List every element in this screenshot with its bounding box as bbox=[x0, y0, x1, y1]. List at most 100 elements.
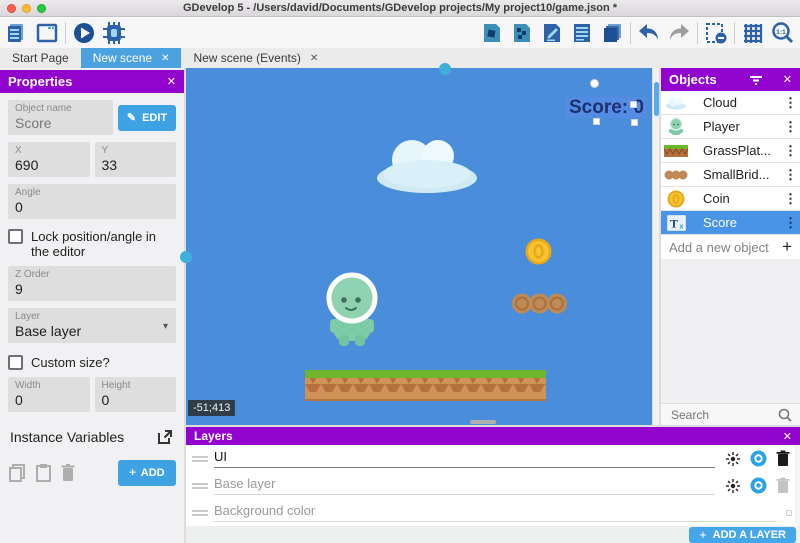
drag-handle-icon[interactable] bbox=[192, 508, 208, 518]
object-name-label: Object name bbox=[15, 103, 106, 115]
resize-handle-bottom[interactable] bbox=[593, 118, 600, 125]
copy-icon[interactable] bbox=[8, 463, 26, 483]
canvas-vertical-scrollbar[interactable] bbox=[652, 68, 659, 425]
object-menu-icon[interactable]: ⋮ bbox=[780, 215, 800, 231]
window-mask-icon[interactable] bbox=[703, 20, 729, 46]
object-item-smallbridge[interactable]: SmallBrid... ⋮ bbox=[661, 163, 800, 187]
chevron-down-icon: ▾ bbox=[163, 321, 168, 332]
lock-position-checkbox[interactable] bbox=[8, 229, 23, 244]
object-item-grassplatform[interactable]: GrassPlat... ⋮ bbox=[661, 139, 800, 163]
object-name-field[interactable]: Object name Score bbox=[8, 100, 113, 135]
x-position-field[interactable]: X 690 bbox=[8, 142, 90, 177]
properties-panel: Properties ✕ Object name Score ✎ EDIT X … bbox=[0, 68, 186, 543]
object-menu-icon[interactable]: ⋮ bbox=[780, 143, 800, 159]
object-menu-icon[interactable]: ⋮ bbox=[780, 191, 800, 207]
object-item-cloud[interactable]: Cloud ⋮ bbox=[661, 91, 800, 115]
layers-scrollbar[interactable] bbox=[795, 445, 800, 525]
layer-select[interactable]: Layer Base layer ▾ bbox=[8, 308, 176, 343]
tab-start-page[interactable]: Start Page bbox=[0, 48, 81, 68]
project-manager-icon[interactable] bbox=[4, 20, 30, 46]
object-item-score[interactable]: Tx Score ⋮ bbox=[661, 211, 800, 235]
width-field[interactable]: Width 0 bbox=[8, 377, 90, 412]
scrollbar-thumb[interactable] bbox=[470, 420, 496, 424]
filter-icon[interactable] bbox=[749, 74, 763, 86]
cursor-coordinates-badge: -51;413 bbox=[188, 400, 235, 416]
layer-effects-icon[interactable] bbox=[725, 478, 741, 494]
resize-handle-right[interactable] bbox=[630, 101, 637, 108]
background-color-picker[interactable] bbox=[786, 510, 792, 516]
open-in-new-icon[interactable] bbox=[156, 428, 174, 446]
layer-visibility-icon[interactable] bbox=[750, 477, 767, 494]
paste-icon[interactable] bbox=[34, 463, 52, 483]
close-properties-icon[interactable]: ✕ bbox=[167, 75, 176, 88]
layer-name-input[interactable]: Base layer bbox=[214, 476, 715, 495]
preview-window-icon[interactable] bbox=[34, 20, 60, 46]
objects-panel-empty-area bbox=[661, 259, 800, 403]
y-position-value: 33 bbox=[102, 157, 170, 173]
delete-icon[interactable] bbox=[60, 463, 76, 483]
objects-editor-icon[interactable] bbox=[479, 20, 505, 46]
smallbridge-instance[interactable] bbox=[512, 293, 567, 314]
scrollbar-thumb[interactable] bbox=[654, 82, 659, 116]
custom-size-checkbox[interactable] bbox=[8, 355, 23, 370]
properties-header: Properties ✕ bbox=[0, 70, 184, 93]
add-variable-button[interactable]: + ADD bbox=[118, 460, 176, 486]
tab-label: Start Page bbox=[12, 51, 69, 65]
object-menu-icon[interactable]: ⋮ bbox=[780, 167, 800, 183]
drag-handle-icon[interactable] bbox=[192, 454, 208, 464]
drag-handle-icon[interactable] bbox=[192, 481, 208, 491]
scene-properties-icon[interactable] bbox=[539, 20, 565, 46]
add-layer-button[interactable]: + ADD A LAYER bbox=[689, 527, 796, 543]
zoom-icon[interactable]: 1:1 bbox=[770, 20, 796, 46]
angle-value: 0 bbox=[15, 199, 169, 215]
debug-icon[interactable] bbox=[101, 20, 127, 46]
layer-effects-icon[interactable] bbox=[725, 451, 741, 467]
close-tab-icon[interactable]: ✕ bbox=[310, 53, 318, 64]
search-icon bbox=[778, 408, 792, 422]
canvas-horizontal-scrollbar[interactable] bbox=[186, 419, 652, 425]
edit-object-button[interactable]: ✎ EDIT bbox=[118, 105, 176, 131]
panel-resize-dot-top[interactable] bbox=[439, 63, 451, 75]
panel-resize-dot-left[interactable] bbox=[180, 251, 192, 263]
redo-icon[interactable] bbox=[666, 20, 692, 46]
coin-instance[interactable] bbox=[525, 238, 552, 265]
play-preview-icon[interactable] bbox=[71, 20, 97, 46]
layers-title: Layers bbox=[194, 429, 233, 443]
object-menu-icon[interactable]: ⋮ bbox=[780, 95, 800, 111]
tab-new-scene[interactable]: New scene ✕ bbox=[81, 48, 182, 68]
layer-visibility-icon[interactable] bbox=[750, 450, 767, 467]
height-field[interactable]: Height 0 bbox=[95, 377, 177, 412]
angle-field[interactable]: Angle 0 bbox=[8, 184, 176, 219]
tab-new-scene-events[interactable]: New scene (Events) ✕ bbox=[181, 48, 330, 68]
player-instance[interactable] bbox=[325, 271, 379, 347]
layer-delete-icon-disabled bbox=[776, 477, 790, 494]
object-item-coin[interactable]: Coin ⋮ bbox=[661, 187, 800, 211]
undo-icon[interactable] bbox=[636, 20, 662, 46]
scene-canvas[interactable]: Score: 0 bbox=[186, 68, 659, 425]
layer-delete-icon[interactable] bbox=[776, 450, 790, 467]
z-order-field[interactable]: Z Order 9 bbox=[8, 266, 176, 301]
rotate-handle[interactable] bbox=[590, 79, 599, 88]
cloud-thumbnail bbox=[661, 96, 691, 110]
close-layers-icon[interactable]: ✕ bbox=[783, 430, 792, 443]
y-position-field[interactable]: Y 33 bbox=[95, 142, 177, 177]
close-tab-icon[interactable]: ✕ bbox=[161, 53, 169, 64]
grid-icon[interactable] bbox=[740, 20, 766, 46]
layer-row-ui: UI bbox=[186, 445, 800, 472]
z-order-value: 9 bbox=[15, 281, 169, 297]
object-menu-icon[interactable]: ⋮ bbox=[780, 119, 800, 135]
x-position-value: 690 bbox=[15, 157, 83, 173]
cloud-instance[interactable] bbox=[376, 134, 478, 194]
instances-list-icon[interactable] bbox=[569, 20, 595, 46]
objects-header: Objects ✕ bbox=[661, 68, 800, 91]
svg-text:x: x bbox=[679, 223, 683, 230]
objects-search-input[interactable] bbox=[669, 407, 772, 423]
object-groups-icon[interactable] bbox=[509, 20, 535, 46]
resize-handle-corner[interactable] bbox=[631, 119, 638, 126]
add-new-object-button[interactable]: Add a new object + bbox=[661, 235, 800, 259]
layer-name-input[interactable]: UI bbox=[214, 449, 715, 468]
grassplatform-instance[interactable] bbox=[305, 370, 546, 401]
object-item-player[interactable]: Player ⋮ bbox=[661, 115, 800, 139]
close-objects-icon[interactable]: ✕ bbox=[783, 73, 792, 86]
layers-editor-icon[interactable] bbox=[599, 20, 625, 46]
